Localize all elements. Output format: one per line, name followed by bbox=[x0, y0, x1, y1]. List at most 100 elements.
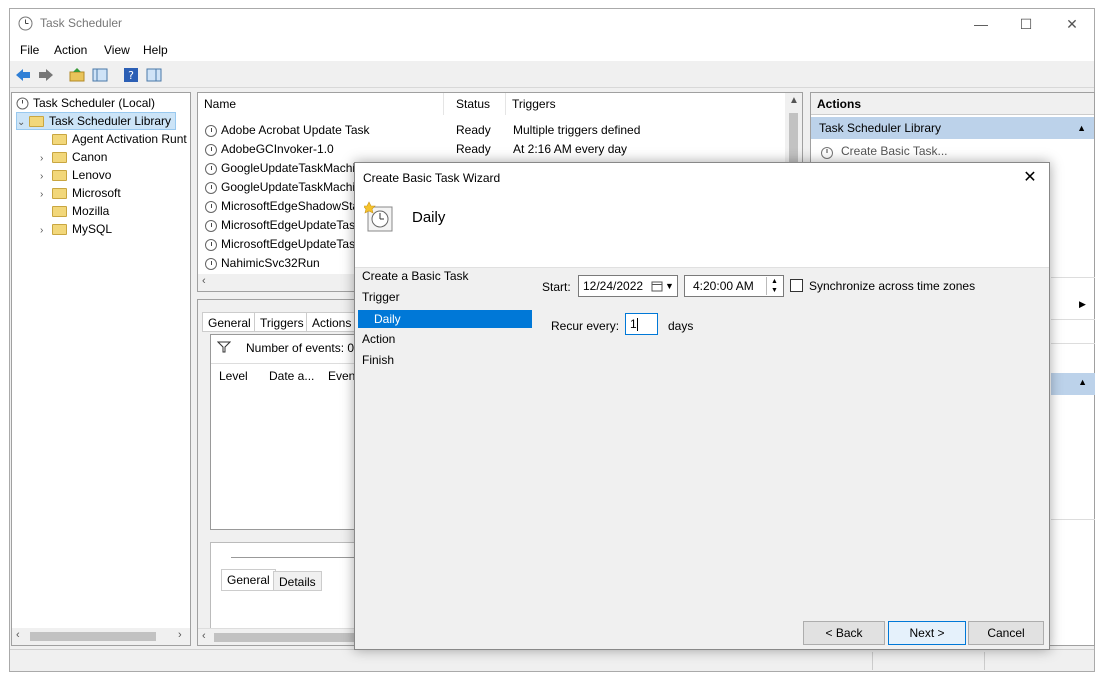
recur-label: Recur every: bbox=[551, 319, 620, 333]
back-button[interactable]: < Back bbox=[803, 621, 885, 645]
scroll-left-icon[interactable]: ‹ bbox=[16, 629, 20, 641]
start-date-picker[interactable]: 12/24/2022 ▼ bbox=[578, 275, 678, 297]
recur-unit-label: days bbox=[668, 319, 694, 333]
column-level[interactable]: Level bbox=[219, 369, 248, 383]
filter-icon[interactable] bbox=[217, 341, 231, 353]
back-arrow-icon[interactable] bbox=[14, 66, 32, 84]
forward-arrow-icon[interactable] bbox=[37, 66, 55, 84]
tab-actions[interactable]: Actions bbox=[306, 312, 358, 332]
toolbar: ? bbox=[10, 62, 1094, 88]
calendar-icon[interactable] bbox=[651, 280, 663, 292]
column-name[interactable]: Name bbox=[198, 93, 444, 115]
menu-file[interactable]: File bbox=[20, 43, 39, 57]
tree-item-library[interactable]: ⌄ Task Scheduler Library bbox=[16, 112, 176, 130]
tree-folder-mozilla[interactable]: Mozilla bbox=[40, 202, 109, 220]
scroll-up-icon[interactable]: ▲ bbox=[789, 95, 799, 106]
collapse-icon[interactable]: ▲ bbox=[1078, 377, 1087, 387]
collapse-icon[interactable]: ▲ bbox=[1077, 117, 1086, 139]
console-tree: Task Scheduler (Local) ⌄ Task Scheduler L… bbox=[11, 92, 191, 646]
column-date[interactable]: Date a... bbox=[269, 369, 314, 383]
tab-event-details[interactable]: Details bbox=[273, 571, 322, 591]
tree-root[interactable]: Task Scheduler (Local) bbox=[16, 94, 155, 112]
menu-view[interactable]: View bbox=[104, 43, 130, 57]
submenu-arrow-icon[interactable]: ▶ bbox=[1079, 299, 1086, 310]
step-finish: Finish bbox=[362, 353, 395, 367]
action-pane-icon[interactable] bbox=[145, 66, 163, 84]
scroll-right-icon[interactable]: › bbox=[178, 629, 182, 641]
clock-icon bbox=[205, 124, 217, 137]
tree-folder-agent[interactable]: Agent Activation Runt bbox=[40, 130, 187, 148]
clock-icon bbox=[16, 97, 29, 110]
svg-text:?: ? bbox=[128, 69, 134, 82]
chevron-down-icon[interactable]: ▼ bbox=[665, 276, 674, 296]
spin-down-icon[interactable]: ▼ bbox=[771, 281, 778, 301]
dialog-heading: Daily bbox=[412, 209, 446, 226]
menu-help[interactable]: Help bbox=[143, 43, 168, 57]
tree-folder-canon[interactable]: › Canon bbox=[40, 148, 107, 166]
clock-icon bbox=[205, 143, 217, 156]
step-create-basic-task: Create a Basic Task bbox=[362, 269, 469, 283]
create-task-icon bbox=[821, 146, 833, 159]
step-action: Action bbox=[362, 332, 396, 346]
up-folder-icon[interactable] bbox=[68, 66, 86, 84]
chevron-down-icon[interactable]: ⌄ bbox=[17, 115, 29, 131]
tab-event-general[interactable]: General bbox=[221, 569, 276, 591]
tab-triggers[interactable]: Triggers bbox=[254, 312, 310, 332]
recur-every-input[interactable]: 1 bbox=[625, 313, 658, 335]
tree-folder-mysql[interactable]: › MySQL bbox=[40, 220, 112, 238]
scroll-left-icon[interactable]: ‹ bbox=[202, 275, 206, 287]
sync-timezones-checkbox[interactable] bbox=[790, 279, 803, 292]
clock-icon bbox=[205, 238, 217, 251]
actions-section-library[interactable]: Task Scheduler Library ▲ bbox=[811, 117, 1094, 139]
time-spinner[interactable]: ▲ ▼ bbox=[766, 277, 782, 295]
clock-icon bbox=[205, 257, 217, 270]
step-daily: Daily bbox=[358, 310, 532, 328]
table-row[interactable]: Adobe Acrobat Update Task Ready Multiple t… bbox=[198, 121, 788, 140]
folder-icon bbox=[52, 152, 67, 164]
clock-icon bbox=[205, 181, 217, 194]
scroll-thumb[interactable] bbox=[30, 632, 156, 641]
next-button[interactable]: Next > bbox=[888, 621, 966, 645]
folder-icon bbox=[52, 134, 67, 146]
create-basic-task-dialog: Create Basic Task Wizard ✕ Daily Create … bbox=[354, 162, 1050, 650]
tree-root-label: Task Scheduler (Local) bbox=[33, 96, 156, 110]
sync-timezones-label: Synchronize across time zones bbox=[809, 279, 976, 293]
clock-icon bbox=[205, 219, 217, 232]
action-create-basic-task[interactable]: Create Basic Task... bbox=[819, 141, 948, 161]
column-status[interactable]: Status bbox=[450, 93, 506, 115]
folder-icon bbox=[52, 170, 67, 182]
minimize-button[interactable]: — bbox=[958, 13, 1004, 35]
chevron-right-icon[interactable]: › bbox=[40, 222, 52, 240]
clock-icon bbox=[205, 200, 217, 213]
console-tree-icon[interactable] bbox=[91, 66, 109, 84]
menu-action[interactable]: Action bbox=[54, 43, 87, 57]
tree-library-label: Task Scheduler Library bbox=[49, 114, 172, 128]
maximize-button[interactable]: ☐ bbox=[1003, 13, 1049, 35]
title-bar: Task Scheduler — ☐ ✕ bbox=[10, 9, 1094, 39]
cancel-button[interactable]: Cancel bbox=[968, 621, 1044, 645]
wizard-clock-icon bbox=[364, 201, 393, 232]
folder-icon bbox=[52, 206, 67, 218]
table-row[interactable]: AdobeGCInvoker-1.0 Ready At 2:16 AM every … bbox=[198, 140, 788, 159]
help-icon[interactable]: ? bbox=[122, 66, 140, 84]
status-bar bbox=[10, 649, 1094, 671]
tree-h-scrollbar[interactable]: ‹ › bbox=[12, 628, 190, 645]
close-button[interactable]: ✕ bbox=[1049, 13, 1095, 35]
tab-general[interactable]: General bbox=[202, 312, 257, 332]
actions-section-selected[interactable]: ▲ bbox=[1051, 373, 1095, 395]
actions-header: Actions bbox=[811, 93, 1094, 115]
tree-folder-microsoft[interactable]: › Microsoft bbox=[40, 184, 121, 202]
scroll-left-icon[interactable]: ‹ bbox=[202, 630, 206, 642]
menu-bar: File Action View Help bbox=[10, 39, 1094, 61]
scroll-thumb[interactable] bbox=[214, 633, 374, 642]
dialog-close-button[interactable]: ✕ bbox=[1017, 167, 1043, 189]
folder-icon bbox=[29, 116, 44, 128]
events-count: Number of events: 0 bbox=[246, 341, 355, 355]
start-label: Start: bbox=[542, 280, 571, 294]
start-time-field[interactable]: 4:20:00 AM ▲ ▼ bbox=[684, 275, 784, 297]
dialog-header: Daily bbox=[355, 193, 1049, 268]
clock-icon bbox=[205, 162, 217, 175]
tree-folder-lenovo[interactable]: › Lenovo bbox=[40, 166, 111, 184]
column-triggers[interactable]: Triggers bbox=[506, 93, 786, 115]
app-title: Task Scheduler bbox=[40, 16, 123, 30]
